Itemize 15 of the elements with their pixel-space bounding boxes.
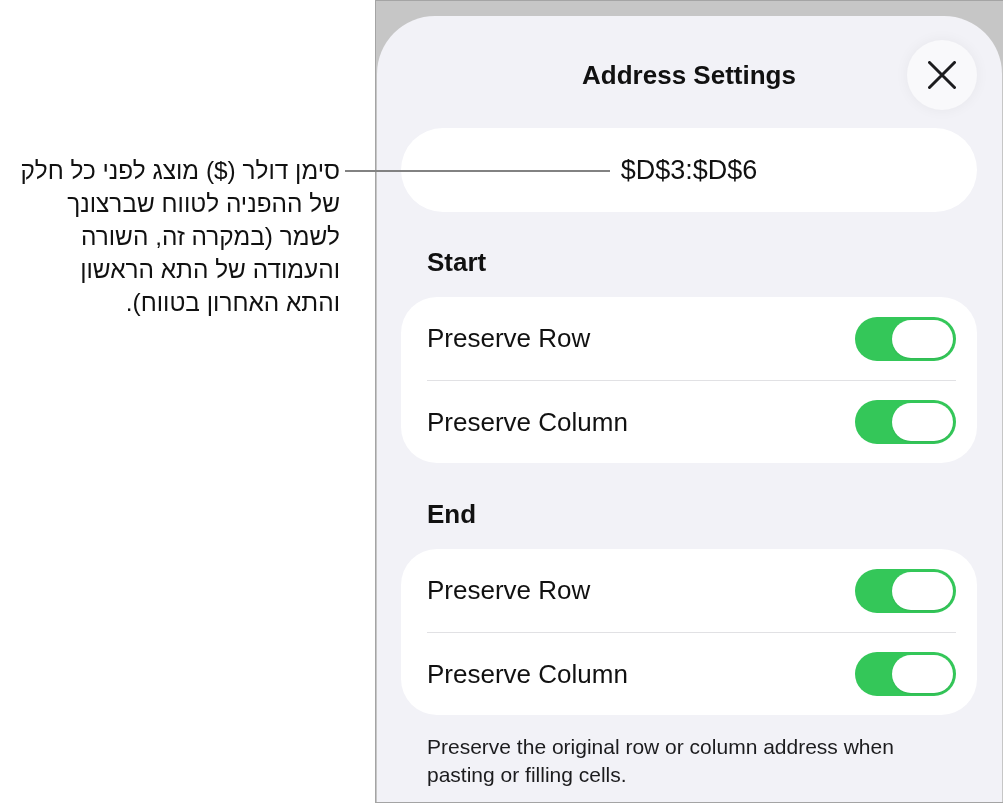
setting-label: Preserve Row [427,323,591,354]
toggle-switch[interactable] [855,568,956,613]
sheet-title: Address Settings [582,59,796,91]
section-heading: End [427,500,478,528]
toggle-switch[interactable] [855,316,956,361]
section-heading: Start [427,248,488,276]
toggle-switch[interactable] [855,652,956,696]
callout-text: סימן דולר ($) מוצג לפני כל חלק של ההפניה לטווח שברצונך לשמר (במקרה זה, השורה והעמודה של התא הראשון והתא האחרון בטווח). [20,156,340,318]
setting-label: Preserve Row [427,575,591,606]
setting-label: Preserve Column [427,406,628,438]
address-display: $D$3:$D$6 [401,128,977,212]
footer-note: Preserve the original row or column address when pasting or filling cells. [427,734,895,788]
toggle-switch[interactable] [855,400,956,444]
setting-label: Preserve Column [427,658,628,690]
close-icon [928,61,956,89]
